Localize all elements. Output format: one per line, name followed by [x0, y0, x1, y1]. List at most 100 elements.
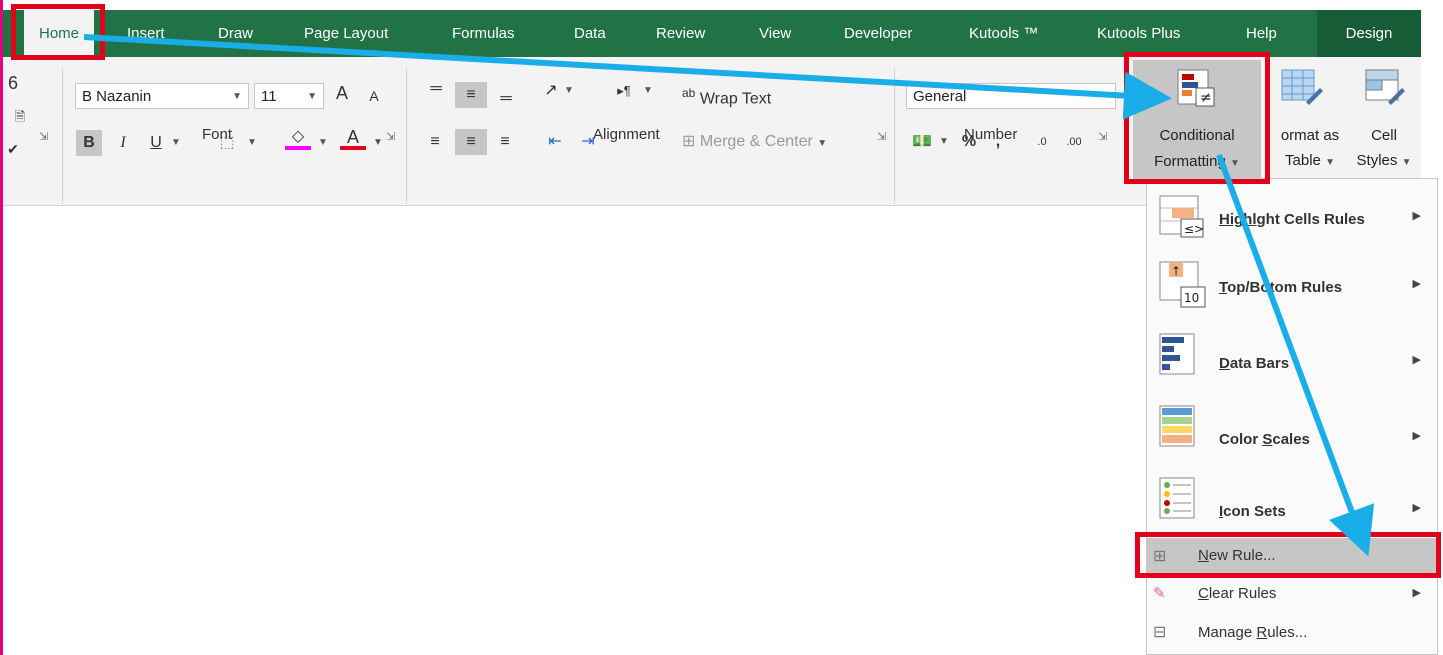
decrease-indent-icon[interactable]: ⇤ — [543, 129, 567, 155]
chevron-right-icon: ▶ — [1412, 502, 1421, 514]
highlight-box-conditional-formatting — [1124, 52, 1270, 184]
top-bottom-icon: ↑ 10 — [1159, 261, 1206, 308]
chevron-down-icon[interactable]: ▼ — [938, 129, 950, 155]
svg-text:↑: ↑ — [1171, 264, 1181, 278]
chevron-down-icon: ▼ — [307, 91, 317, 102]
brush-icon[interactable]: ✔ — [6, 136, 20, 162]
menu-item-color-scales[interactable]: Color Scales ▶ — [1147, 401, 1437, 469]
svg-text:10: 10 — [1184, 291, 1199, 305]
chevron-down-icon: ▼ — [817, 138, 828, 149]
align-bottom-icon[interactable]: ═ — [494, 86, 518, 112]
number-format-combo[interactable]: General — [906, 83, 1116, 109]
number-launcher-icon[interactable]: ⇲ — [1098, 130, 1107, 143]
font-name-combo[interactable]: B Nazanin ▼ — [75, 83, 249, 109]
svg-text:≤>: ≤> — [1184, 222, 1204, 236]
grow-font-button[interactable]: A — [331, 80, 353, 106]
font-color-letter: A — [346, 127, 359, 147]
tab-review[interactable]: Review — [656, 10, 705, 57]
highlight-box-new-rule — [1135, 532, 1441, 578]
chevron-down-icon[interactable]: ▼ — [316, 130, 330, 156]
font-size-value: 11 — [261, 88, 277, 105]
menu-item-data-bars[interactable]: Data Bars ▶ — [1147, 327, 1437, 395]
format-painter-icon[interactable]: 6 — [6, 70, 20, 96]
alignment-launcher-icon[interactable]: ⇲ — [877, 130, 886, 143]
merge-center-button[interactable]: ⊞ Merge & Center ▼ — [682, 129, 872, 155]
cell-styles-icon[interactable] — [1364, 66, 1408, 110]
copy-icon[interactable]: 🗎 — [6, 104, 34, 130]
align-top-icon[interactable]: ═ — [424, 76, 448, 102]
tab-kutools-plus[interactable]: Kutools Plus — [1097, 10, 1180, 57]
fill-color-icon[interactable]: ◇ — [285, 126, 311, 152]
increase-decimal-button[interactable]: .0 — [1028, 129, 1056, 155]
merge-center-label: Merge & Center — [699, 133, 813, 150]
separator — [62, 68, 63, 204]
menu-item-label: Data Bars — [1219, 355, 1290, 372]
format-as-table-label-1: ormat as — [1280, 127, 1340, 144]
italic-button[interactable]: I — [113, 130, 133, 156]
conditional-formatting-menu: ≤> Highlght Cells Rules ▶ ↑ 10 Top/Botom… — [1146, 178, 1438, 655]
ribbon-tab-strip: Home Insert Draw Page Layout Formulas Da… — [3, 10, 1421, 57]
tab-page-layout[interactable]: Page Layout — [304, 10, 388, 57]
menu-item-label: Clear Rules — [1198, 585, 1277, 602]
chevron-down-icon[interactable]: ▼ — [371, 130, 385, 156]
format-as-table-label-2: Table ▼ — [1285, 152, 1335, 169]
chevron-down-icon[interactable]: ▼ — [563, 78, 575, 104]
tab-help[interactable]: Help — [1246, 10, 1277, 57]
tab-formulas[interactable]: Formulas — [452, 10, 515, 57]
cell-styles-label-1: Cell — [1371, 127, 1397, 144]
menu-item-manage-rules[interactable]: ⊟ Manage Rules... — [1147, 617, 1437, 649]
menu-item-icon-sets[interactable]: Icon Sets ▶ — [1147, 473, 1437, 541]
highlight-cells-icon: ≤> — [1159, 195, 1204, 238]
color-scales-icon — [1159, 405, 1195, 447]
font-launcher-icon[interactable]: ⇲ — [386, 130, 395, 143]
alignment-group-label: Alignment — [593, 126, 660, 143]
menu-item-clear-rules[interactable]: ✎ Clear Rules ▶ — [1147, 578, 1437, 610]
number-group-label: Number — [964, 126, 1018, 143]
chevron-right-icon: ▶ — [1412, 278, 1421, 290]
tab-draw[interactable]: Draw — [218, 10, 253, 57]
number-format-value: General — [913, 88, 967, 105]
menu-item-label: Color Scales — [1219, 431, 1310, 448]
tab-kutools[interactable]: Kutools ™ — [969, 10, 1038, 57]
align-right-icon[interactable]: ≡ — [494, 129, 516, 155]
decrease-decimal-button[interactable]: .00 — [1060, 129, 1088, 155]
chevron-down-icon[interactable]: ▼ — [169, 130, 183, 156]
separator — [894, 68, 895, 204]
wrap-text-button[interactable]: ab Wrap Text — [682, 80, 800, 108]
wrap-text-icon: ab — [682, 86, 696, 100]
align-left-icon[interactable]: ≡ — [424, 129, 446, 155]
tab-data[interactable]: Data — [574, 10, 606, 57]
clipboard-launcher-icon[interactable]: ⇲ — [39, 130, 48, 143]
tab-view[interactable]: View — [759, 10, 791, 57]
tab-developer[interactable]: Developer — [844, 10, 912, 57]
wrap-text-label: Wrap Text — [699, 90, 772, 108]
align-center-icon[interactable]: ≡ — [455, 129, 487, 155]
chevron-down-icon[interactable]: ▼ — [245, 130, 259, 156]
menu-item-label: Icon Sets — [1219, 503, 1286, 520]
highlight-box-home — [11, 4, 105, 60]
eraser-icon: ✎ — [1153, 585, 1166, 602]
bold-button[interactable]: B — [76, 130, 102, 156]
tab-insert[interactable]: Insert — [127, 10, 165, 57]
tab-design[interactable]: Design — [1317, 10, 1421, 57]
chevron-down-icon[interactable]: ▼ — [642, 78, 654, 104]
chevron-right-icon: ▶ — [1412, 210, 1421, 222]
shrink-font-button[interactable]: A — [365, 83, 383, 109]
font-name-value: B Nazanin — [82, 88, 152, 105]
data-bars-icon — [1159, 333, 1195, 375]
align-middle-icon[interactable]: ≡ — [455, 82, 487, 108]
format-as-table-icon[interactable] — [1280, 66, 1324, 110]
orientation-icon[interactable]: ↗ — [540, 78, 562, 104]
text-direction-icon[interactable]: ▸¶ — [612, 78, 636, 104]
manage-rules-icon: ⊟ — [1153, 624, 1167, 641]
font-size-combo[interactable]: 11 ▼ — [254, 83, 324, 109]
chevron-down-icon: ▼ — [232, 91, 242, 102]
menu-item-top-bottom-rules[interactable]: ↑ 10 Top/Botom Rules ▶ — [1147, 253, 1437, 321]
cell-styles-label-2: Styles ▼ — [1356, 152, 1412, 169]
chevron-right-icon: ▶ — [1412, 430, 1421, 442]
font-color-button[interactable]: A — [340, 126, 366, 152]
chevron-right-icon: ▶ — [1412, 354, 1421, 366]
underline-button[interactable]: U — [146, 130, 166, 156]
currency-icon[interactable]: 💵 — [908, 129, 936, 155]
chevron-right-icon: ▶ — [1412, 587, 1421, 599]
